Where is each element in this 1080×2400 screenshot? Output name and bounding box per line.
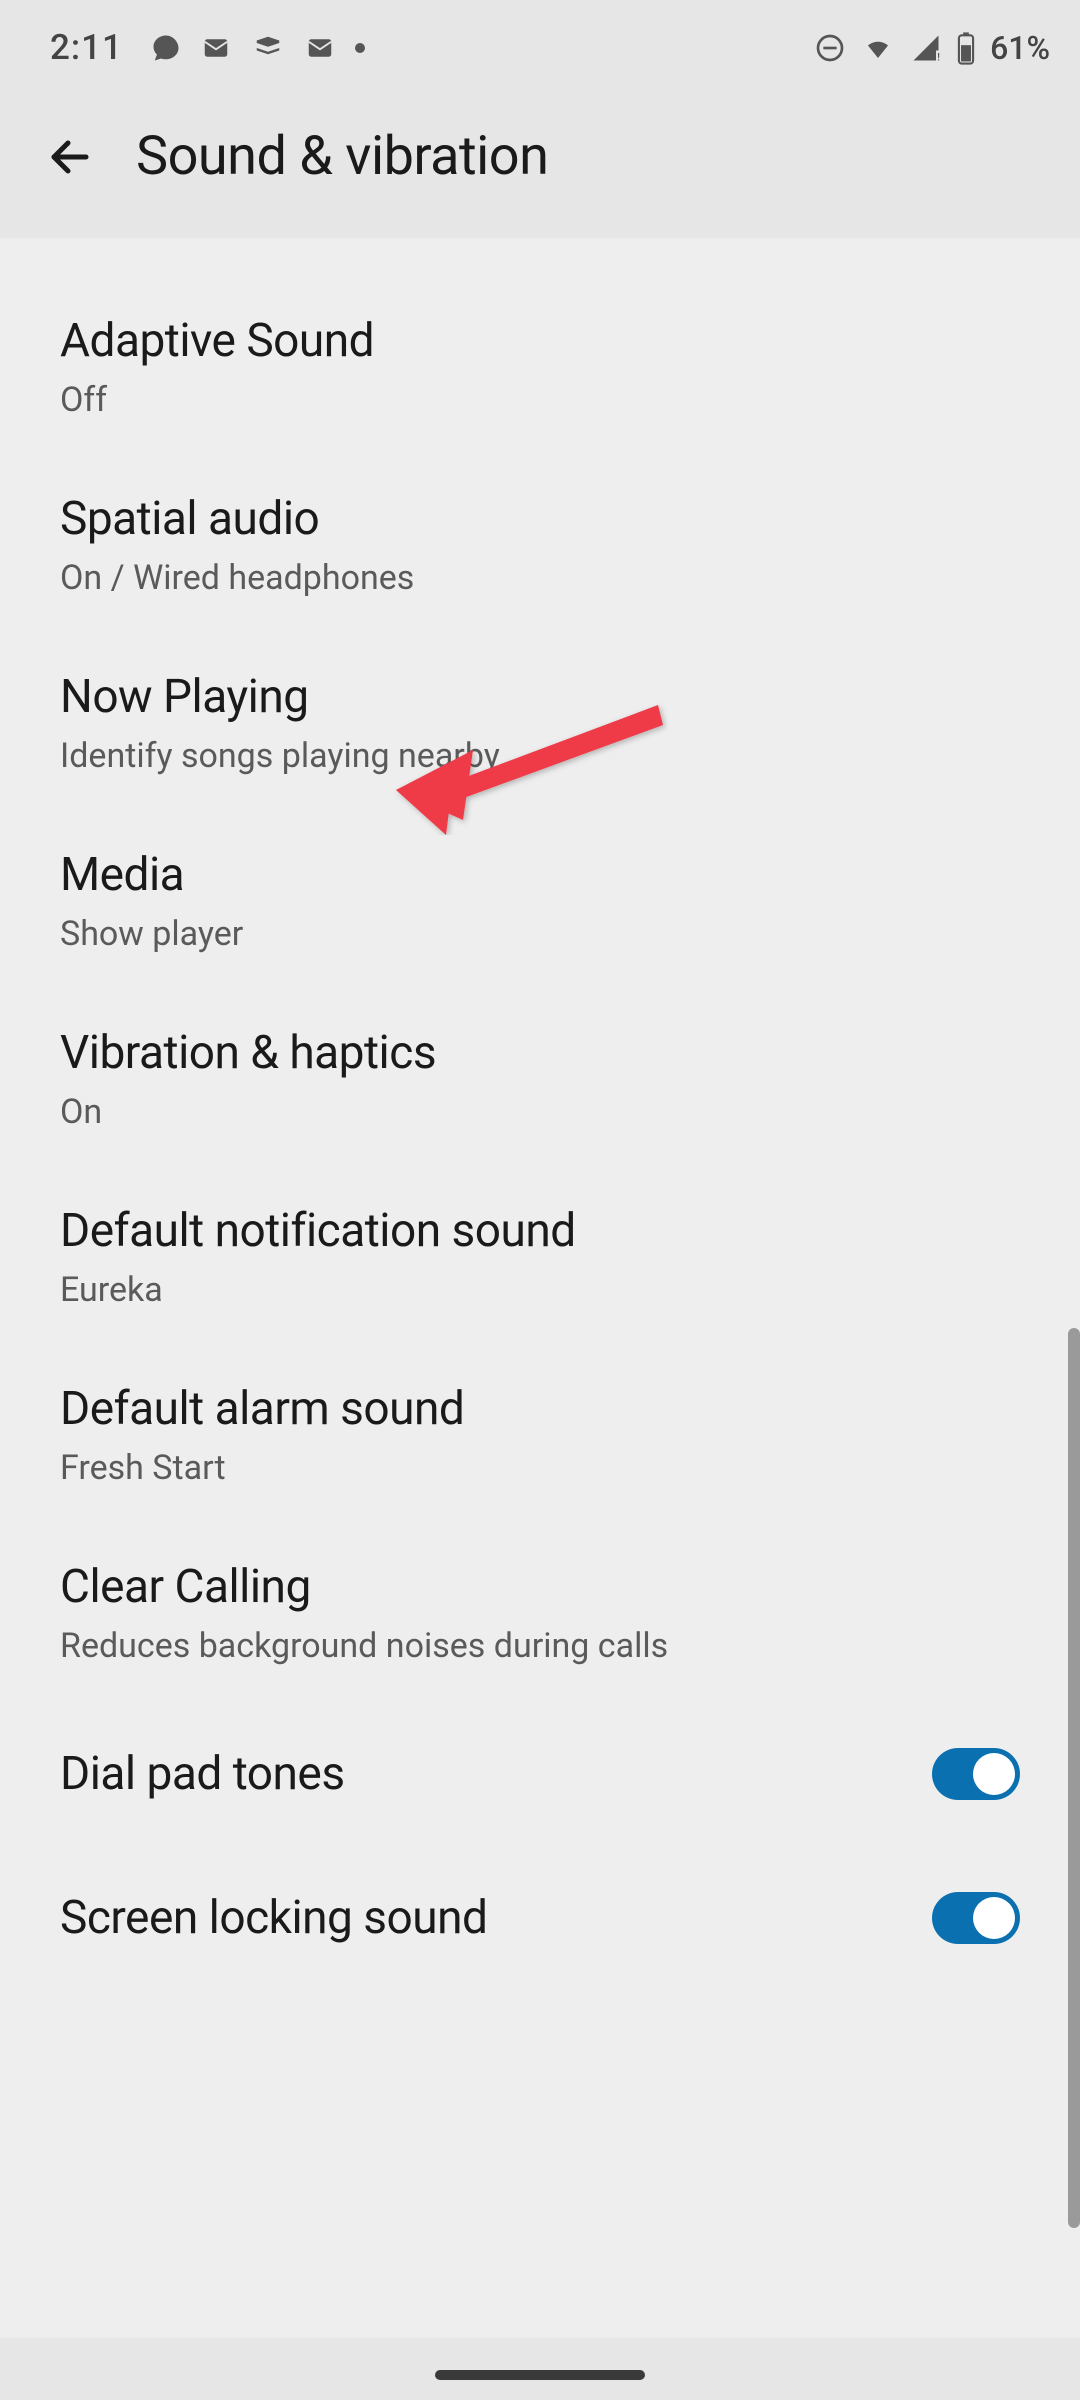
battery-percentage: 61% (990, 29, 1050, 67)
setting-subtitle: Fresh Start (60, 1448, 1020, 1488)
svg-text:!: ! (937, 52, 940, 63)
settings-list[interactable]: Adaptive Sound Off Spatial audio On / Wi… (0, 238, 1080, 2338)
setting-title: Media (60, 848, 1020, 902)
scrollbar[interactable] (1068, 1328, 1080, 2228)
setting-title: Default alarm sound (60, 1382, 1020, 1436)
setting-subtitle: Show player (60, 914, 1020, 954)
setting-title: Clear Calling (60, 1560, 1020, 1614)
more-notifications-dot (355, 43, 365, 53)
page-title: Sound & vibration (136, 125, 548, 188)
mail-icon-2 (303, 33, 337, 63)
signal-icon: ! (910, 33, 942, 63)
status-bar-left: 2:11 (50, 27, 365, 68)
wifi-icon (860, 33, 896, 63)
mail-icon (199, 33, 233, 63)
setting-subtitle: On (60, 1092, 1020, 1132)
arrow-left-icon (46, 133, 94, 181)
setting-subtitle: Off (60, 380, 1020, 420)
setting-dial-pad-tones[interactable]: Dial pad tones (0, 1702, 1080, 1846)
setting-title: Default notification sound (60, 1204, 1020, 1258)
setting-adaptive-sound[interactable]: Adaptive Sound Off (0, 278, 1080, 456)
setting-clear-calling[interactable]: Clear Calling Reduces background noises … (0, 1524, 1080, 1702)
setting-subtitle: Identify songs playing nearby (60, 736, 1020, 776)
setting-subtitle: On / Wired headphones (60, 558, 1020, 598)
setting-title: Adaptive Sound (60, 314, 1020, 368)
back-button[interactable] (40, 127, 100, 187)
dnd-icon (814, 32, 846, 64)
setting-title: Dial pad tones (60, 1747, 345, 1801)
setting-default-alarm-sound[interactable]: Default alarm sound Fresh Start (0, 1346, 1080, 1524)
setting-title: Vibration & haptics (60, 1026, 1020, 1080)
status-time: 2:11 (50, 27, 123, 68)
home-indicator[interactable] (435, 2370, 645, 2380)
setting-title: Screen locking sound (60, 1891, 487, 1945)
app-icon (251, 33, 285, 63)
status-bar-right: ! 61% (814, 29, 1050, 67)
setting-subtitle: Eureka (60, 1270, 1020, 1310)
setting-vibration-haptics[interactable]: Vibration & haptics On (0, 990, 1080, 1168)
setting-spatial-audio[interactable]: Spatial audio On / Wired headphones (0, 456, 1080, 634)
setting-default-notification-sound[interactable]: Default notification sound Eureka (0, 1168, 1080, 1346)
chat-icon (151, 33, 181, 63)
setting-now-playing[interactable]: Now Playing Identify songs playing nearb… (0, 634, 1080, 812)
setting-screen-locking-sound[interactable]: Screen locking sound (0, 1846, 1080, 1990)
toggle-screen-locking-sound[interactable] (932, 1892, 1020, 1944)
battery-icon (956, 31, 976, 65)
setting-subtitle: Reduces background noises during calls (60, 1626, 1020, 1666)
app-bar: Sound & vibration (0, 95, 1080, 238)
toggle-dial-pad-tones[interactable] (932, 1748, 1020, 1800)
setting-media[interactable]: Media Show player (0, 812, 1080, 990)
status-bar: 2:11 ! 61% (0, 0, 1080, 95)
setting-title: Spatial audio (60, 492, 1020, 546)
setting-title: Now Playing (60, 670, 1020, 724)
